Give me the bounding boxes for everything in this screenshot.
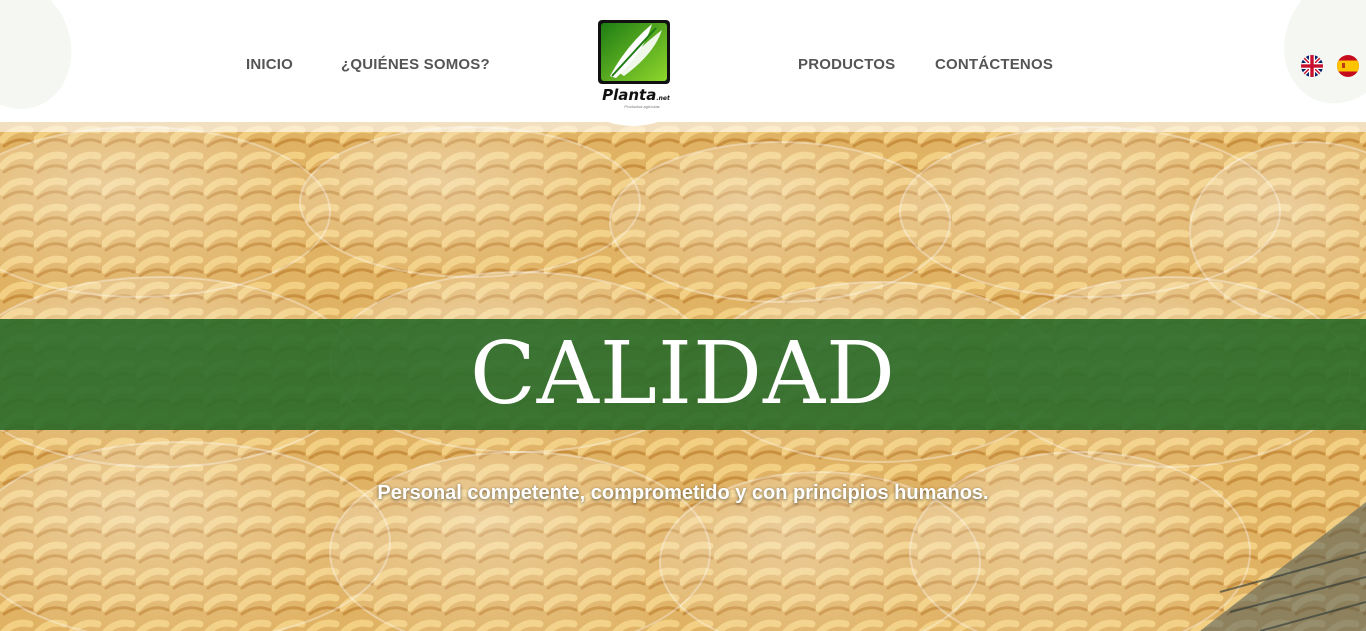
logo-link[interactable]: Planta.net Productos agrícolas [562,2,704,126]
site-header: INICIO ¿QUIÉNES SOMOS? Planta.net Produc… [0,0,1366,126]
nav-contactenos[interactable]: CONTÁCTENOS [935,56,1053,73]
hero-top-fade [0,122,1366,132]
spain-flag-icon[interactable] [1337,55,1359,77]
nav-inicio[interactable]: INICIO [246,56,293,73]
logo-subtitle: Productos agrícolas [624,104,660,109]
hero-slider: CALIDAD Personal competente, comprometid… [0,122,1366,631]
uk-flag-icon[interactable] [1301,55,1323,77]
decorative-leaf [0,0,89,125]
logo-leaf-icon [598,20,670,84]
hero-title: CALIDAD [470,324,896,424]
hero-banner: CALIDAD [0,319,1366,430]
logo-brand: Planta.net [602,86,670,104]
nav-quienes-somos[interactable]: ¿QUIÉNES SOMOS? [341,56,490,73]
planta-logo: Planta.net Productos agrícolas [596,16,676,116]
hero-tagline: Personal competente, comprometido y con … [377,482,989,504]
nav-productos[interactable]: PRODUCTOS [798,56,895,73]
